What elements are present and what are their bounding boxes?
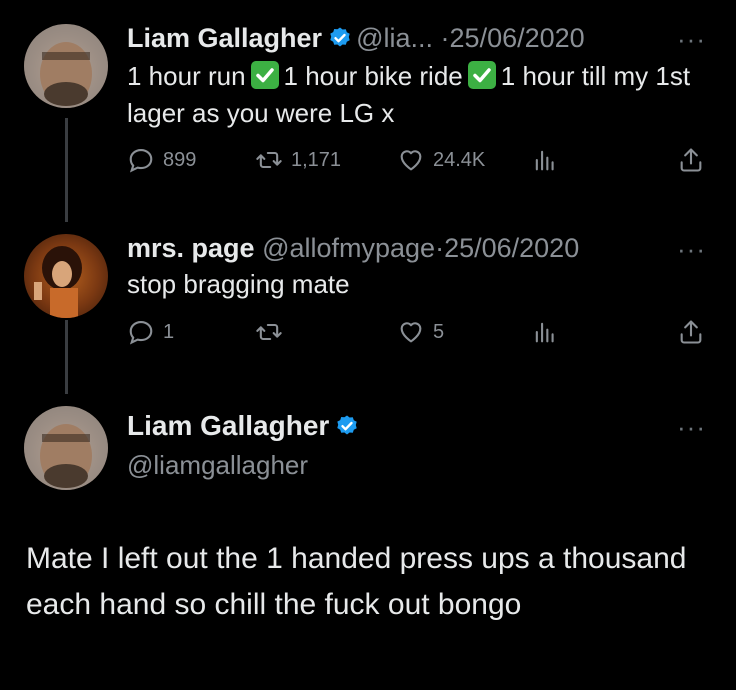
separator: ·	[440, 23, 450, 53]
tweet-header: Liam Gallagher @lia... ·25/06/2020	[127, 22, 585, 54]
display-name[interactable]: mrs. page	[127, 233, 255, 263]
like-button[interactable]: 24.4K	[397, 146, 485, 174]
retweet-count: 1,171	[291, 148, 342, 171]
reply-icon	[129, 149, 153, 173]
handle[interactable]: @liamgallagher	[127, 450, 308, 481]
more-options-icon[interactable]: ···	[677, 412, 706, 443]
avatar-performer-icon	[34, 246, 82, 318]
reply-count: 899	[163, 148, 197, 171]
verified-badge-icon	[335, 413, 359, 437]
views-icon	[535, 150, 554, 171]
handle[interactable]: @lia...	[356, 23, 433, 53]
tweet-text-part: 1 hour bike ride	[283, 61, 463, 91]
avatar-face-icon	[24, 24, 108, 108]
check-mark-emoji	[467, 60, 497, 90]
verified-badge-icon	[328, 25, 352, 49]
tweet-1[interactable]: Liam Gallagher @lia... ·25/06/2020 ··· 1 …	[0, 0, 736, 210]
share-button[interactable]	[677, 318, 713, 346]
views-button[interactable]	[531, 318, 567, 346]
reply-count: 1	[163, 320, 175, 343]
display-name-text[interactable]: Liam Gallagher	[127, 410, 329, 441]
tweet-header: mrs. page @allofmypage·25/06/2020	[127, 232, 579, 264]
share-button[interactable]	[677, 146, 713, 174]
like-icon	[400, 150, 422, 171]
reply-icon	[129, 321, 153, 345]
check-mark-emoji	[250, 60, 280, 90]
like-icon	[400, 322, 422, 343]
views-button[interactable]	[531, 146, 567, 174]
display-name[interactable]: Liam Gallagher	[127, 410, 363, 442]
reply-button[interactable]: 1	[127, 318, 174, 346]
views-icon	[535, 322, 554, 343]
retweet-icon	[256, 323, 282, 341]
tweet-text: 1 hour run 1 hour bike ride 1 hour till my…	[127, 58, 707, 132]
like-count: 5	[433, 320, 445, 343]
display-name[interactable]: Liam Gallagher	[127, 23, 322, 53]
separator: ·	[435, 233, 445, 263]
handle[interactable]: @allofmypage	[262, 233, 435, 263]
avatar[interactable]	[24, 406, 108, 490]
tweet-actions: 1 5	[127, 318, 711, 352]
retweet-button[interactable]	[255, 318, 291, 346]
main-tweet[interactable]: Liam Gallagher ··· @liamgallagher Mate I…	[0, 396, 736, 690]
tweet-text-part: 1 hour run	[127, 61, 246, 91]
share-icon	[680, 320, 702, 344]
more-options-icon[interactable]: ···	[677, 234, 706, 265]
tweet-2[interactable]: mrs. page @allofmypage·25/06/2020 ··· st…	[0, 222, 736, 392]
more-options-icon[interactable]: ···	[677, 24, 706, 55]
avatar-face-icon	[24, 406, 108, 490]
tweet-date[interactable]: 25/06/2020	[450, 23, 585, 53]
avatar[interactable]	[24, 24, 108, 108]
tweet-text: stop bragging mate	[127, 269, 350, 299]
tweet-date[interactable]: 25/06/2020	[444, 233, 579, 263]
retweet-icon	[256, 151, 282, 169]
retweet-button[interactable]: 1,171	[255, 146, 341, 174]
like-count: 24.4K	[433, 148, 486, 171]
avatar[interactable]	[24, 234, 108, 318]
like-button[interactable]: 5	[397, 318, 444, 346]
tweet-text: Mate I left out the 1 handed press ups a…	[26, 542, 687, 621]
reply-button[interactable]: 899	[127, 146, 196, 174]
tweet-actions: 899 1,171 24.4K	[127, 146, 711, 180]
share-icon	[680, 148, 702, 172]
